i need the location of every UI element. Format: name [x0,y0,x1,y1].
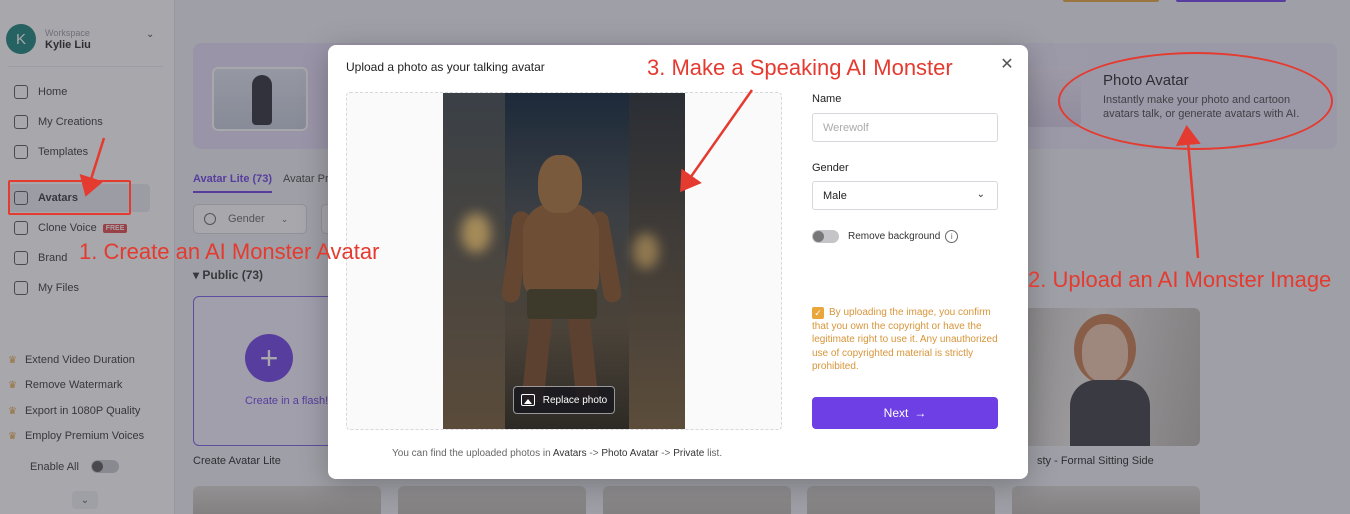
gender-select[interactable]: Male ⌄ [812,181,998,210]
name-input[interactable] [812,113,998,142]
gender-label: Gender [812,162,849,174]
annotation-step-1: 1. Create an AI Monster Avatar [79,239,380,264]
next-button[interactable]: Next → [812,397,998,429]
remove-background-toggle[interactable] [812,230,839,243]
consent-checkbox[interactable]: ✓ [812,307,824,319]
name-label: Name [812,93,842,105]
annotation-step-2: 2. Upload an AI Monster Image [1028,267,1332,292]
image-icon [520,394,535,406]
replace-photo-button[interactable]: Replace photo [513,386,615,414]
upload-modal: Upload a photo as your talking avatar ✕ … [328,45,1028,479]
close-icon[interactable]: ✕ [998,56,1016,74]
upload-hint: You can find the uploaded photos in Avat… [392,448,723,459]
annotation-step-3: 3. Make a Speaking AI Monster [647,55,953,80]
chevron-down-icon: ⌄ [976,189,985,200]
consent-text: By uploading the image, you confirm that… [812,307,998,373]
remove-background-row: Remove background i [812,230,959,243]
arrow-right-icon: → [914,406,927,420]
annotation-ellipse [1058,52,1333,150]
modal-title: Upload a photo as your talking avatar [346,60,545,74]
annotation-box [8,180,131,215]
info-icon[interactable]: i [945,230,959,243]
uploaded-photo [443,93,685,429]
